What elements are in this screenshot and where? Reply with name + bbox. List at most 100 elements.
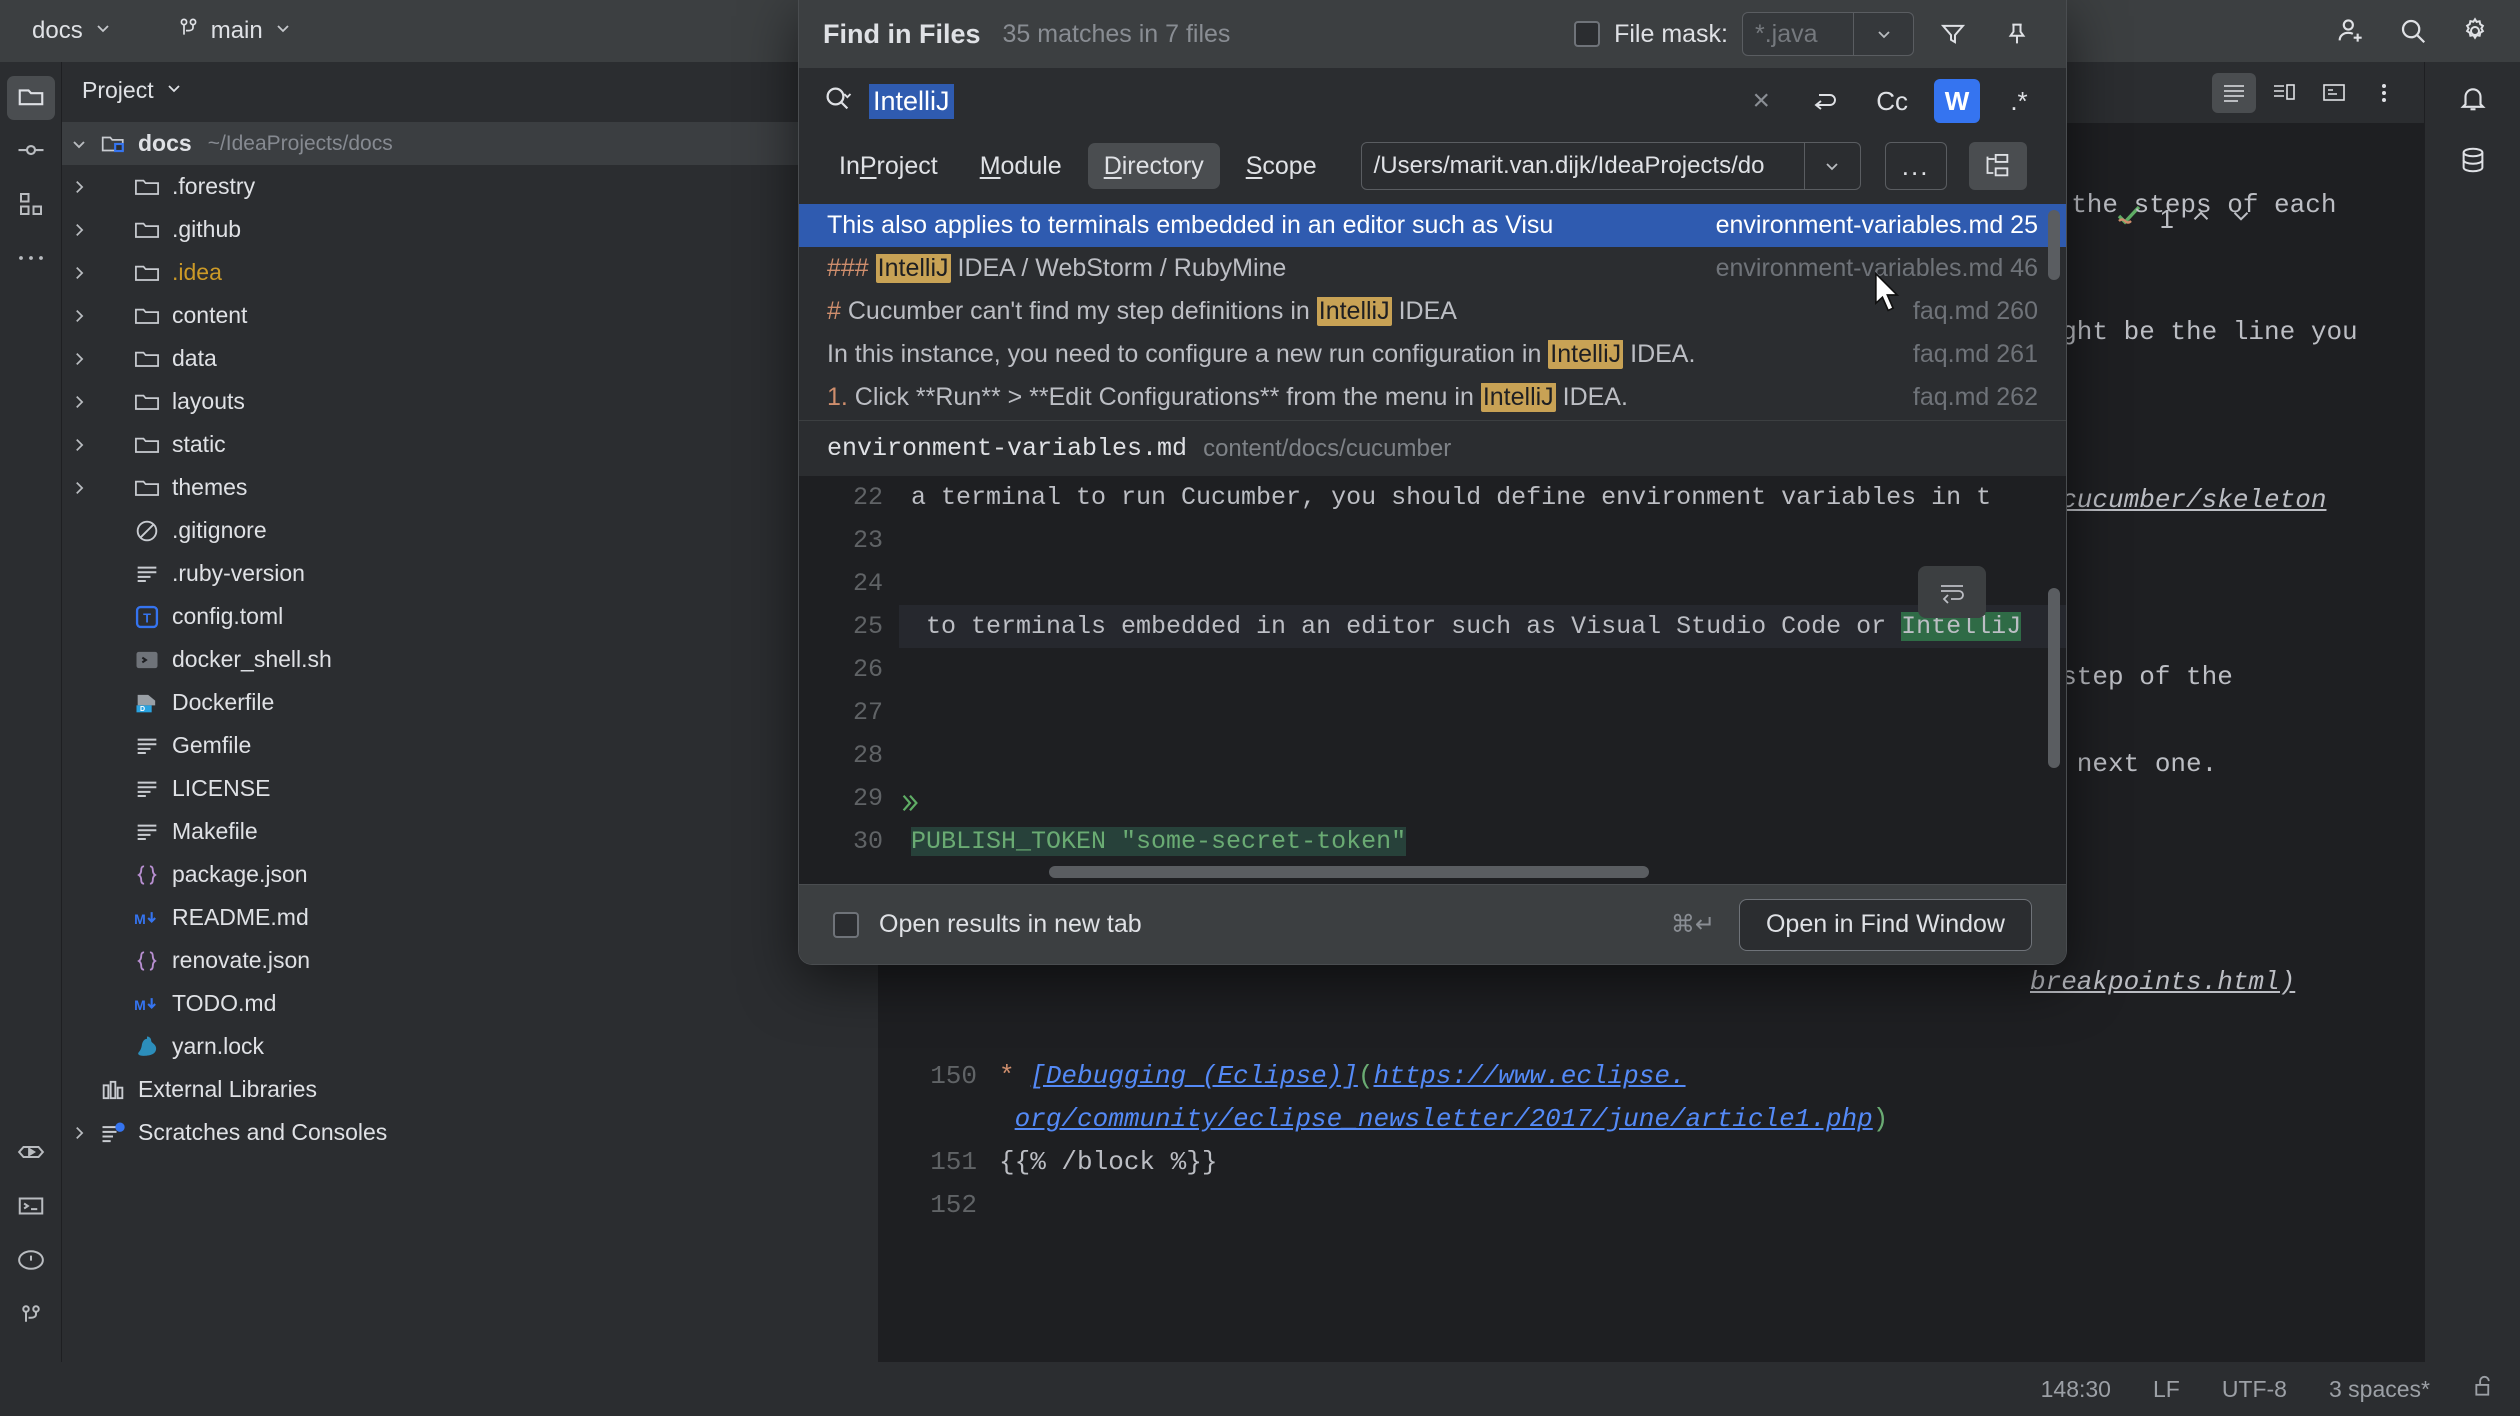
tree-node-dockerfile[interactable]: D Dockerfile: [62, 681, 878, 724]
preview-soft-wrap-icon[interactable]: [1918, 566, 1986, 618]
tree-node-data[interactable]: data: [62, 337, 878, 380]
file-mask-checkbox[interactable]: [1574, 21, 1601, 47]
tree-node-static[interactable]: static: [62, 423, 878, 466]
tree-node--forestry[interactable]: .forestry: [62, 165, 878, 208]
chevron-right-icon[interactable]: [62, 221, 96, 239]
project-panel-title: Project: [82, 76, 154, 103]
file-mask-input[interactable]: *.java: [1743, 13, 1853, 55]
tree-node-renovate-json[interactable]: renovate.json: [62, 939, 878, 982]
find-result-text: 1. Click **Run** > **Edit Configurations…: [827, 383, 1628, 412]
status-bar: 148:30 LF UTF-8 3 spaces*: [0, 1362, 2520, 1416]
git-tool-window-button[interactable]: [7, 1294, 55, 1338]
tree-node-yarn-lock[interactable]: yarn.lock: [62, 1025, 878, 1068]
text-file-icon: [130, 732, 164, 760]
more-tool-windows-button[interactable]: [7, 238, 55, 282]
find-result-row[interactable]: This also applies to terminals embedded …: [799, 204, 2066, 247]
tree-node-themes[interactable]: themes: [62, 466, 878, 509]
tree-node--ruby-version[interactable]: .ruby-version: [62, 552, 878, 595]
search-icon[interactable]: [823, 84, 853, 119]
tree-node--gitignore[interactable]: .gitignore: [62, 509, 878, 552]
tree-node-license[interactable]: LICENSE: [62, 767, 878, 810]
branch-selector-button[interactable]: main: [163, 10, 307, 52]
tree-node-external-libraries[interactable]: External Libraries: [62, 1068, 878, 1111]
tree-node-package-json[interactable]: package.json: [62, 853, 878, 896]
find-result-row[interactable]: 1. Click **Run** > **Edit Configurations…: [799, 376, 2066, 419]
tab-directory[interactable]: Directory: [1087, 143, 1220, 189]
new-line-icon[interactable]: [1800, 79, 1850, 123]
file-mask-field[interactable]: *.java: [1742, 12, 1914, 56]
commit-tool-window-button[interactable]: [7, 130, 55, 174]
chevron-right-icon[interactable]: [62, 1124, 96, 1142]
project-tool-window-button[interactable]: [6, 76, 55, 120]
editor-code-line: org/community/eclipse_newsletter/2017/ju…: [1014, 1104, 1889, 1134]
match-case-toggle[interactable]: Cc: [1866, 79, 1918, 123]
tree-node-config-toml[interactable]: Tconfig.toml: [62, 595, 878, 638]
tree-node--idea[interactable]: .idea: [62, 251, 878, 294]
clear-search-icon[interactable]: ×: [1738, 79, 1784, 123]
chevron-right-icon[interactable]: [62, 436, 96, 454]
status-encoding[interactable]: UTF-8: [2222, 1376, 2287, 1403]
open-in-find-window-button[interactable]: Open in Find Window: [1738, 898, 2032, 951]
editor-preview-icon[interactable]: [2312, 73, 2356, 113]
editor-text-fragment: o/cucumber/skeleton: [2030, 485, 2327, 515]
editor-gutter: 150 151 152: [879, 1047, 999, 1362]
chevron-down-icon[interactable]: [62, 134, 96, 154]
find-result-row[interactable]: In this instance, you need to configure …: [799, 333, 2066, 376]
tree-node-readme-md[interactable]: M README.md: [62, 896, 878, 939]
status-indent[interactable]: 3 spaces*: [2329, 1376, 2430, 1403]
tree-node-docker-shell-sh[interactable]: docker_shell.sh: [62, 638, 878, 681]
chevron-right-icon[interactable]: [62, 178, 96, 196]
tree-node-root[interactable]: docs ~/IdeaProjects/docs: [62, 122, 878, 165]
problems-tool-window-button[interactable]: [7, 1240, 55, 1284]
preview-horizontal-scrollbar[interactable]: [1049, 866, 1649, 878]
status-line-separator[interactable]: LF: [2153, 1376, 2180, 1403]
editor-more-icon[interactable]: [2362, 73, 2406, 113]
tree-node-content[interactable]: content: [62, 294, 878, 337]
tree-node--github[interactable]: .github: [62, 208, 878, 251]
chevron-right-icon[interactable]: [62, 393, 96, 411]
tab-in-project[interactable]: In Project: [823, 143, 954, 189]
structure-tool-window-button[interactable]: [7, 184, 55, 228]
unlocked-icon[interactable]: [2472, 1373, 2498, 1405]
search-input[interactable]: IntelliJ: [869, 83, 954, 119]
svg-text:D: D: [140, 706, 145, 713]
open-results-new-tab-checkbox[interactable]: [833, 911, 859, 938]
filter-icon[interactable]: [1928, 12, 1978, 56]
chevron-right-icon[interactable]: [62, 264, 96, 282]
results-scrollbar[interactable]: [2048, 210, 2060, 280]
tree-node-makefile[interactable]: Makefile: [62, 810, 878, 853]
tree-node-layouts[interactable]: layouts: [62, 380, 878, 423]
browse-directory-button[interactable]: ...: [1884, 142, 1947, 190]
chevron-down-icon[interactable]: [1853, 13, 1913, 55]
pin-icon[interactable]: [1992, 12, 2042, 56]
directory-path-field[interactable]: /Users/marit.van.dijk/IdeaProjects/do: [1360, 142, 1861, 190]
chevron-right-icon[interactable]: [62, 479, 96, 497]
tab-scope[interactable]: Scope: [1230, 143, 1333, 189]
file-mask-label: File mask:: [1614, 19, 1728, 48]
tree-node-todo-md[interactable]: M TODO.md: [62, 982, 878, 1025]
directory-path-input[interactable]: /Users/marit.van.dijk/IdeaProjects/do: [1362, 143, 1804, 189]
regex-toggle[interactable]: .*: [1996, 79, 2042, 123]
tree-node-gemfile[interactable]: Gemfile: [62, 724, 878, 767]
terminal-tool-window-button[interactable]: [7, 1186, 55, 1230]
chevron-down-icon[interactable]: [1803, 143, 1860, 189]
chevron-right-icon[interactable]: [62, 307, 96, 325]
settings-gear-icon[interactable]: [2450, 10, 2500, 52]
add-user-icon[interactable]: [2326, 10, 2376, 52]
preview-vertical-scrollbar[interactable]: [2048, 588, 2060, 768]
chevron-right-icon[interactable]: [62, 350, 96, 368]
chevron-down-icon[interactable]: [164, 77, 184, 104]
notifications-button[interactable]: [2449, 78, 2497, 122]
preview-code-line: [899, 519, 2066, 562]
run-tool-window-button[interactable]: [7, 1132, 55, 1176]
words-toggle[interactable]: W: [1934, 79, 1980, 123]
select-in-tree-icon[interactable]: [1968, 142, 2027, 190]
search-icon[interactable]: [2388, 10, 2438, 52]
database-tool-window-button[interactable]: [2449, 140, 2497, 184]
editor-split-icon[interactable]: [2262, 73, 2306, 113]
project-selector-button[interactable]: docs: [18, 10, 127, 52]
status-caret-position[interactable]: 148:30: [2041, 1376, 2111, 1403]
tree-node-scratches-and-consoles[interactable]: Scratches and Consoles: [62, 1111, 878, 1154]
editor-view-mode-icon[interactable]: [2212, 72, 2256, 113]
tab-module[interactable]: Module: [964, 143, 1078, 189]
